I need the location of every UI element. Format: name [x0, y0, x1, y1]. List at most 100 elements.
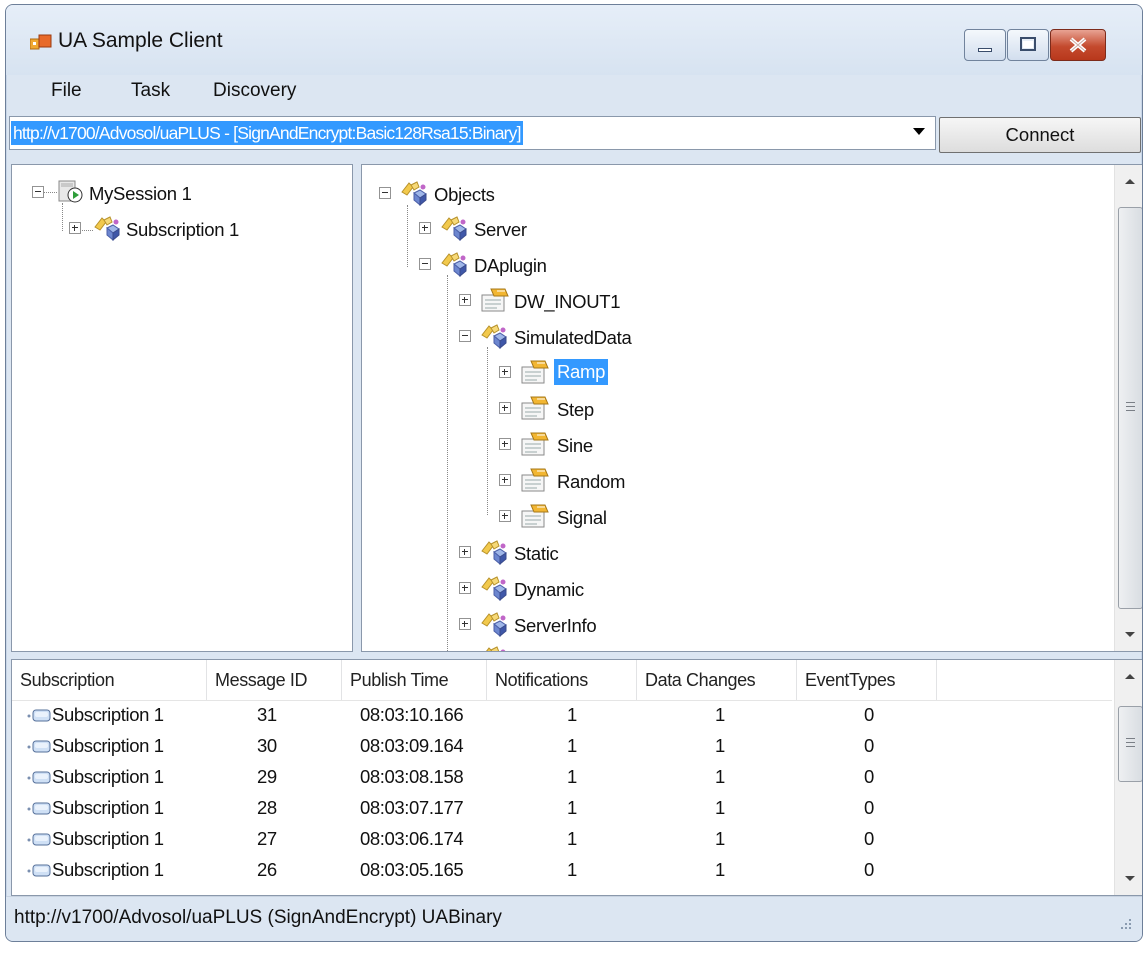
table-row[interactable]: Subscription 1 31 08:03:10.166 1 1 0 [12, 701, 1112, 731]
subscription-icon [26, 862, 52, 880]
cell-notifications: 1 [567, 704, 577, 725]
expand-icon[interactable] [459, 294, 471, 306]
node-label: DW_INOUT1 [514, 291, 621, 312]
cell-subscription: Subscription 1 [52, 766, 164, 787]
column-notifications[interactable]: Notifications [487, 660, 637, 700]
cell-publish-time: 08:03:09.164 [360, 735, 464, 756]
column-subscription[interactable]: Subscription [12, 660, 207, 700]
table-row[interactable]: Subscription 1 30 08:03:09.164 1 1 0 [12, 732, 1112, 762]
node-label: Sine [557, 435, 593, 456]
cell-message-id: 26 [257, 859, 277, 880]
cell-subscription: Subscription 1 [52, 735, 164, 756]
cell-notifications: 1 [567, 828, 577, 849]
variable-icon [519, 359, 549, 385]
session-icon [58, 180, 83, 203]
object-folder-icon [92, 215, 122, 241]
table-row[interactable]: Subscription 1 27 08:03:06.174 1 1 0 [12, 825, 1112, 855]
scroll-thumb[interactable] [1118, 706, 1142, 782]
scroll-down-icon[interactable] [1125, 876, 1135, 881]
column-message-id[interactable]: Message ID [207, 660, 342, 700]
variable-icon [519, 431, 549, 457]
expand-icon[interactable] [499, 474, 511, 486]
minimize-button[interactable] [964, 29, 1006, 61]
session-tree[interactable]: MySession 1 Subscription 1 [11, 164, 353, 652]
endpoint-url[interactable]: http://v1700/Advosol/uaPLUS - [SignAndEn… [11, 121, 523, 145]
collapse-icon[interactable] [459, 330, 471, 342]
variable-icon [519, 467, 549, 493]
expand-icon[interactable] [459, 546, 471, 558]
scroll-down-icon[interactable] [1125, 632, 1135, 637]
expand-icon[interactable] [499, 438, 511, 450]
cell-event-types: 0 [864, 735, 874, 756]
cell-event-types: 0 [864, 704, 874, 725]
address-space-tree[interactable]: Objects Server DAplugin DW_INOUT1 Simula… [361, 164, 1142, 652]
cell-message-id: 29 [257, 766, 277, 787]
node-label: SimulatedData [514, 327, 632, 348]
cell-event-types: 0 [864, 797, 874, 818]
scroll-up-icon[interactable] [1125, 674, 1135, 679]
cell-notifications: 1 [567, 735, 577, 756]
column-publish-time[interactable]: Publish Time [342, 660, 487, 700]
cell-publish-time: 08:03:08.158 [360, 766, 464, 787]
column-data-changes[interactable]: Data Changes [637, 660, 797, 700]
scroll-up-icon[interactable] [1125, 179, 1135, 184]
expand-icon[interactable] [459, 582, 471, 594]
table-row[interactable]: Subscription 1 29 08:03:08.158 1 1 0 [12, 763, 1112, 793]
main-window: UA Sample Client File Task Discovery htt… [5, 4, 1143, 942]
subscription-icon [26, 738, 52, 756]
list-scrollbar[interactable] [1114, 660, 1142, 895]
node-label: Step [557, 399, 594, 420]
notification-list[interactable]: Subscription Message ID Publish Time Not… [11, 659, 1142, 896]
cell-publish-time: 08:03:05.165 [360, 859, 464, 880]
cell-message-id: 30 [257, 735, 277, 756]
title-bar[interactable]: UA Sample Client [6, 5, 1142, 75]
cell-publish-time: 08:03:07.177 [360, 797, 464, 818]
cell-event-types: 0 [864, 766, 874, 787]
expand-icon[interactable] [69, 222, 81, 234]
expand-icon[interactable] [499, 510, 511, 522]
tree-scrollbar[interactable] [1114, 165, 1142, 651]
menu-task[interactable]: Task [131, 80, 170, 102]
menu-file[interactable]: File [51, 80, 82, 102]
node-label-selected: Ramp [554, 359, 609, 385]
node-label: ServerInfo [514, 615, 597, 636]
menu-discovery[interactable]: Discovery [213, 80, 296, 102]
resize-grip-icon[interactable] [1120, 918, 1132, 930]
table-row[interactable]: Subscription 1 28 08:03:07.177 1 1 0 [12, 794, 1112, 824]
collapse-icon[interactable] [419, 258, 431, 270]
scroll-thumb[interactable] [1118, 207, 1142, 609]
node-label: Signal [557, 507, 607, 528]
subscription-icon [26, 800, 52, 818]
table-row[interactable]: Subscription 1 26 08:03:05.165 1 1 0 [12, 856, 1112, 886]
collapse-icon[interactable] [32, 186, 44, 198]
connect-button[interactable]: Connect [939, 117, 1141, 153]
object-folder-icon [479, 323, 509, 349]
cell-data-changes: 1 [715, 797, 725, 818]
cell-message-id: 28 [257, 797, 277, 818]
node-label: Static [514, 543, 559, 564]
node-label: DAplugin [474, 255, 547, 276]
status-text: http://v1700/Advosol/uaPLUS (SignAndEncr… [14, 907, 502, 928]
cell-data-changes: 1 [715, 735, 725, 756]
cell-notifications: 1 [567, 766, 577, 787]
maximize-button[interactable] [1007, 29, 1049, 61]
cell-message-id: 31 [257, 704, 277, 725]
object-folder-icon [479, 645, 509, 652]
chevron-down-icon[interactable] [913, 128, 925, 135]
expand-icon[interactable] [499, 366, 511, 378]
close-button[interactable] [1050, 29, 1106, 61]
variable-icon [519, 503, 549, 529]
cell-data-changes: 1 [715, 828, 725, 849]
list-header: Subscription Message ID Publish Time Not… [12, 660, 1112, 701]
expand-icon[interactable] [499, 402, 511, 414]
collapse-icon[interactable] [379, 187, 391, 199]
subscription-icon [26, 831, 52, 849]
endpoint-combobox[interactable]: http://v1700/Advosol/uaPLUS - [SignAndEn… [9, 116, 936, 150]
column-event-types[interactable]: EventTypes [797, 660, 937, 700]
cell-data-changes: 1 [715, 704, 725, 725]
cell-publish-time: 08:03:10.166 [360, 704, 464, 725]
cell-data-changes: 1 [715, 766, 725, 787]
expand-icon[interactable] [459, 618, 471, 630]
expand-icon[interactable] [419, 222, 431, 234]
node-label: Objects [434, 184, 495, 205]
